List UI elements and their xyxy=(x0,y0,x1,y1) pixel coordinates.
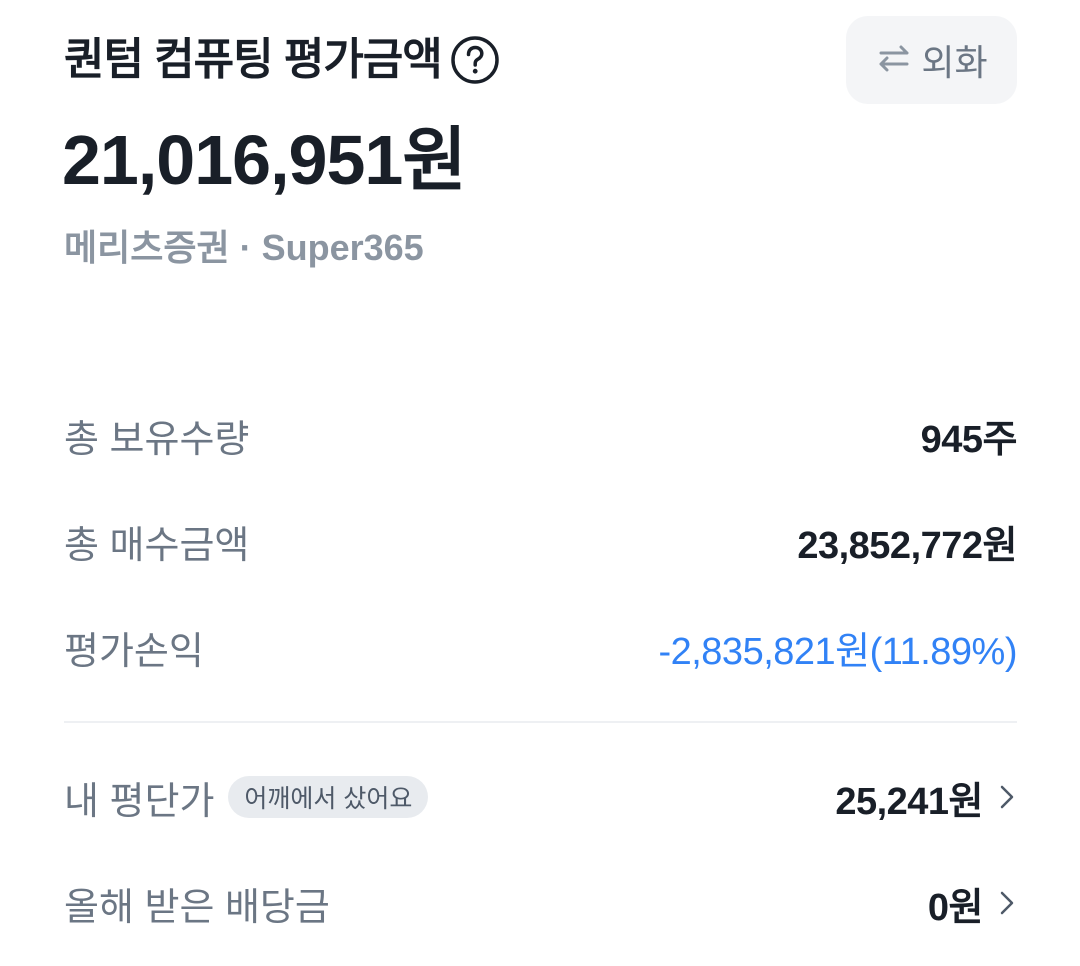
stat-value: 23,852,772원 xyxy=(797,524,1017,567)
detail-value: 0원 xyxy=(927,886,984,929)
page-title: 퀀텀 컴퓨팅 평가금액 xyxy=(64,35,443,84)
total-valuation: 21,016,951원 xyxy=(62,121,467,199)
detail-label: 내 평단가 xyxy=(64,780,215,823)
header: 퀀텀 컴퓨팅 평가금액 xyxy=(64,30,500,90)
divider xyxy=(64,721,1017,723)
stat-value: 945주 xyxy=(920,418,1018,461)
detail-label-group: 내 평단가 어깨에서 샀어요 xyxy=(64,770,429,825)
question-circle-icon[interactable] xyxy=(450,35,500,85)
chevron-right-icon xyxy=(997,888,1017,918)
currency-toggle-label: 외화 xyxy=(921,42,988,83)
detail-row-average-price[interactable]: 내 평단가 어깨에서 샀어요 25,241원 xyxy=(64,765,1017,829)
chevron-right-icon xyxy=(997,782,1017,812)
stat-row-quantity: 총 보유수량 945주 xyxy=(64,403,1018,467)
detail-value: 25,241원 xyxy=(835,780,983,823)
detail-label: 올해 받은 배당금 xyxy=(64,886,330,929)
currency-toggle-button[interactable]: 외화 xyxy=(846,16,1017,104)
stat-label: 평가손익 xyxy=(64,630,204,673)
broker-account: 메리츠증권 · Super365 xyxy=(64,227,424,268)
detail-value-group: 25,241원 xyxy=(835,770,1017,825)
stat-row-purchase-amount: 총 매수금액 23,852,772원 xyxy=(64,509,1017,573)
stat-row-profit-loss: 평가손익 -2,835,821원(11.89%) xyxy=(64,615,1017,679)
stat-label: 총 보유수량 xyxy=(64,418,250,461)
swap-arrows-icon xyxy=(875,43,913,78)
profit-loss-value: -2,835,821원(11.89%) xyxy=(658,630,1017,673)
detail-row-dividends[interactable]: 올해 받은 배당금 0원 xyxy=(64,871,1017,935)
detail-value-group: 0원 xyxy=(928,876,1017,931)
average-price-badge: 어깨에서 샀어요 xyxy=(228,776,429,818)
stat-label: 총 매수금액 xyxy=(64,524,250,567)
